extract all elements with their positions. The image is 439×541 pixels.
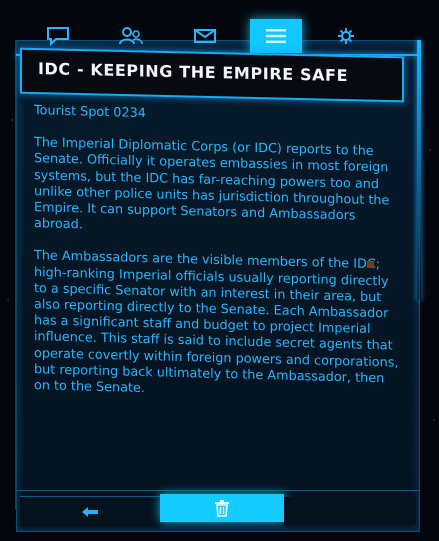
message-paragraph: The Ambassadors are the visible members … xyxy=(34,248,399,397)
footer-divider xyxy=(16,490,420,491)
scroll-marker xyxy=(367,261,374,268)
message-paragraph: The Imperial Diplomatic Corps (or IDC) r… xyxy=(34,135,390,233)
list-icon xyxy=(266,29,286,43)
delete-button[interactable] xyxy=(160,494,284,522)
panel-left-edge xyxy=(15,40,17,510)
chat-bubble-icon xyxy=(47,27,69,46)
tab-codex[interactable] xyxy=(250,19,302,53)
tab-settings[interactable] xyxy=(320,19,372,53)
panel-right-edge xyxy=(417,40,421,300)
gear-icon xyxy=(338,28,354,44)
back-arrow-icon xyxy=(82,507,98,517)
page-title: IDC - KEEPING THE EMPIRE SAFE xyxy=(38,59,349,86)
trash-icon xyxy=(215,500,229,517)
footer-empty-slot xyxy=(284,497,416,525)
back-button[interactable] xyxy=(20,496,160,527)
tab-inbox[interactable] xyxy=(179,19,231,53)
message-title-bar: IDC - KEEPING THE EMPIRE SAFE xyxy=(20,47,404,103)
people-icon xyxy=(119,27,143,45)
message-body[interactable]: Tourist Spot 0234 The Imperial Diplomati… xyxy=(34,103,404,435)
tab-friends[interactable] xyxy=(105,19,157,53)
envelope-icon xyxy=(194,29,216,43)
